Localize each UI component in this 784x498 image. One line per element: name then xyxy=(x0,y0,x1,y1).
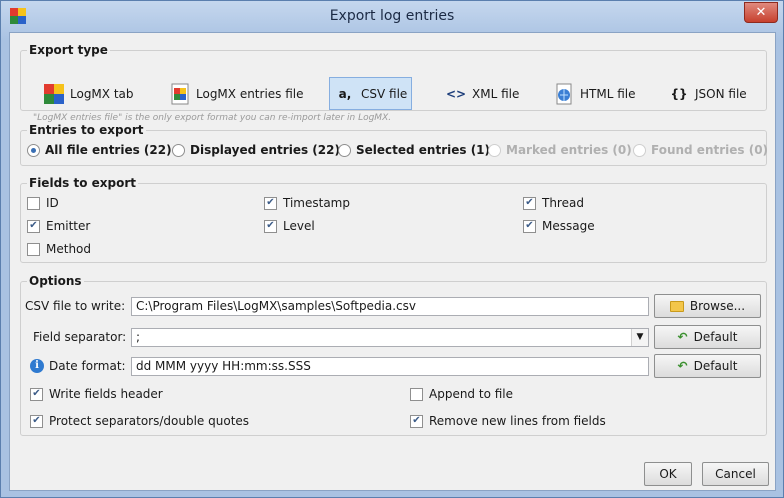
logmx-file-icon xyxy=(171,83,189,104)
check-icon: ✔ xyxy=(30,387,43,401)
radio-label: Marked entries (0) xyxy=(506,143,632,157)
checkbox-method[interactable]: Method xyxy=(27,242,91,256)
radio-all-entries[interactable]: All file entries (22) xyxy=(27,143,172,157)
checkbox-remove-new-lines[interactable]: ✔ Remove new lines from fields xyxy=(410,414,606,428)
export-logmx-tab-button[interactable]: LogMX tab xyxy=(39,77,138,110)
radio-selected-entries[interactable]: Selected entries (1) xyxy=(338,143,490,157)
reset-icon: ↶ xyxy=(677,330,688,344)
checkbox-timestamp[interactable]: ✔ Timestamp xyxy=(264,196,350,210)
close-button[interactable]: ✕ xyxy=(744,2,778,23)
dialog-body: Export type LogMX tab LogMX entries file… xyxy=(9,32,776,491)
export-logmx-file-button[interactable]: LogMX entries file xyxy=(165,77,308,110)
export-option-label: LogMX tab xyxy=(70,86,134,101)
radio-label: Found entries (0) xyxy=(651,143,769,157)
ok-button[interactable]: OK xyxy=(644,462,692,486)
options-group: Options CSV file to write: C:\Program Fi… xyxy=(20,274,767,436)
folder-icon xyxy=(669,300,684,312)
date-format-label: Date format: xyxy=(49,359,126,373)
check-icon: ✔ xyxy=(410,414,423,428)
fields-to-export-group: Fields to export ID ✔ Timestamp ✔ Thread ✔… xyxy=(20,176,767,263)
check-icon: ✔ xyxy=(27,219,40,233)
checkbox-level[interactable]: ✔ Level xyxy=(264,219,315,233)
export-json-file-button[interactable]: {} JSON file xyxy=(664,77,751,110)
radio-displayed-entries[interactable]: Displayed entries (22) xyxy=(172,143,340,157)
radio-label: Displayed entries (22) xyxy=(190,143,340,157)
checkbox-append-to-file[interactable]: Append to file xyxy=(410,387,513,401)
export-html-file-button[interactable]: HTML file xyxy=(549,77,639,110)
fields-legend: Fields to export xyxy=(27,176,138,190)
export-type-hint: "LogMX entries file" is the only export … xyxy=(33,113,392,123)
info-icon[interactable]: i xyxy=(30,359,44,373)
options-legend: Options xyxy=(27,274,84,288)
csv-icon: a, xyxy=(338,86,352,101)
field-separator-label: Field separator: xyxy=(33,330,127,344)
close-icon: ✕ xyxy=(755,5,767,20)
window-title: Export log entries xyxy=(329,8,455,24)
export-dialog: Export log entries ✕ Export type LogMX t… xyxy=(0,0,784,498)
check-icon: ✔ xyxy=(264,196,277,210)
checkbox-protect-separators[interactable]: ✔ Protect separators/double quotes xyxy=(30,414,249,428)
export-xml-file-button[interactable]: <> XML file xyxy=(441,77,523,110)
checkbox-thread[interactable]: ✔ Thread xyxy=(523,196,584,210)
csv-file-input[interactable]: C:\Program Files\LogMX\samples\Softpedia… xyxy=(131,297,649,316)
radio-found-entries: Found entries (0) xyxy=(633,143,768,157)
radio-label: Selected entries (1) xyxy=(356,143,491,157)
browse-button[interactable]: Browse... xyxy=(654,294,761,318)
export-option-label: XML file xyxy=(472,86,520,101)
chevron-down-icon[interactable]: ▼ xyxy=(631,329,648,346)
xml-icon: <> xyxy=(445,86,467,101)
csv-file-label: CSV file to write: xyxy=(25,299,126,313)
radio-marked-entries: Marked entries (0) xyxy=(488,143,632,157)
checkbox-emitter[interactable]: ✔ Emitter xyxy=(27,219,90,233)
check-icon: ✔ xyxy=(523,196,536,210)
export-option-label: HTML file xyxy=(580,86,636,101)
cancel-button[interactable]: Cancel xyxy=(702,462,769,486)
check-icon: ✔ xyxy=(523,219,536,233)
json-icon: {} xyxy=(670,86,688,101)
logmx-tab-icon xyxy=(44,83,64,104)
export-option-label: LogMX entries file xyxy=(196,86,304,101)
reset-icon: ↶ xyxy=(677,359,688,373)
entries-legend: Entries to export xyxy=(27,123,146,137)
title-bar: Export log entries ✕ xyxy=(1,1,783,32)
checkbox-write-header[interactable]: ✔ Write fields header xyxy=(30,387,163,401)
export-option-label: JSON file xyxy=(695,86,747,101)
radio-label: All file entries (22) xyxy=(45,143,172,157)
export-csv-file-button[interactable]: a, CSV file xyxy=(329,77,413,110)
date-format-input[interactable]: dd MMM yyyy HH:mm:ss.SSS xyxy=(131,357,649,376)
check-icon: ✔ xyxy=(30,414,43,428)
export-type-legend: Export type xyxy=(27,43,110,57)
default-date-format-button[interactable]: ↶ Default xyxy=(654,354,761,378)
default-separator-button[interactable]: ↶ Default xyxy=(654,325,761,349)
html-icon xyxy=(556,83,572,104)
entries-to-export-group: Entries to export All file entries (22) … xyxy=(20,123,768,166)
checkbox-message[interactable]: ✔ Message xyxy=(523,219,595,233)
export-option-label: CSV file xyxy=(361,86,408,101)
export-type-group: Export type LogMX tab LogMX entries file… xyxy=(20,43,767,123)
checkbox-id[interactable]: ID xyxy=(27,196,59,210)
check-icon: ✔ xyxy=(264,219,277,233)
field-separator-select[interactable]: ; ▼ xyxy=(131,328,649,347)
